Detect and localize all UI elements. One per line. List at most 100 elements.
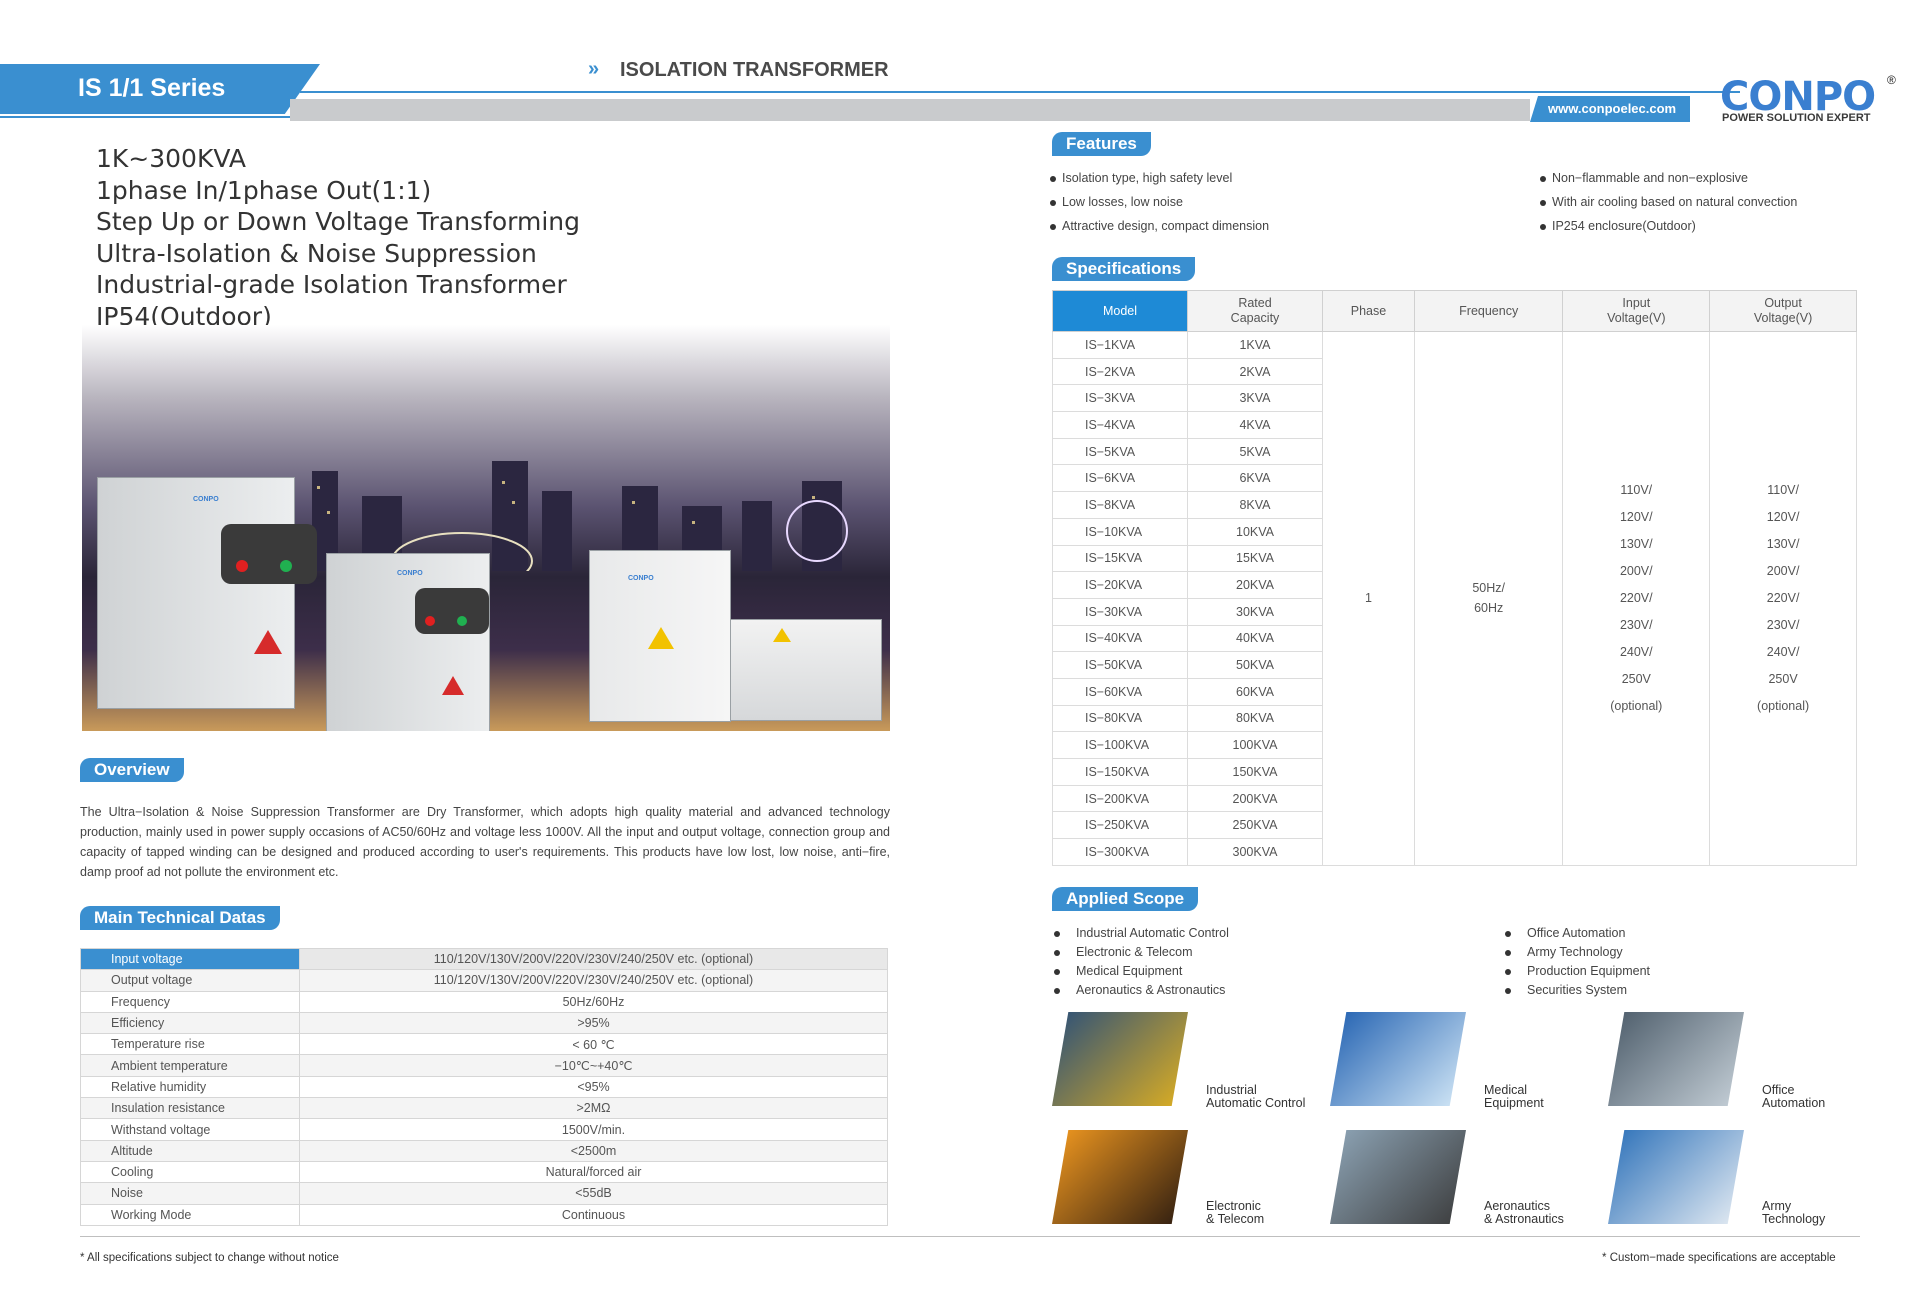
product-headline: 1K~300KVA 1phase In/1phase Out(1:1) Step… xyxy=(96,143,580,332)
red-lamp-icon xyxy=(236,560,248,572)
scope-tile-label: Medical Equipment xyxy=(1484,1083,1544,1110)
feature-item: Attractive design, compact dimension xyxy=(1050,214,1269,238)
spec-output-voltage: 110V/120V/130V/200V/220V/230V/240V/250V(… xyxy=(1709,331,1857,866)
spec-capacity: 3KVA xyxy=(1187,384,1323,413)
tech-value: Continuous xyxy=(299,1203,888,1226)
spec-capacity: 300KVA xyxy=(1187,838,1323,866)
spec-model: IS−40KVA xyxy=(1052,624,1188,653)
overview-text: The Ultra−Isolation & Noise Suppression … xyxy=(80,805,890,879)
transformer-cabinet-large: CONPO xyxy=(97,477,317,709)
spec-capacity: 10KVA xyxy=(1187,517,1323,546)
tech-row: Insulation resistance >2MΩ xyxy=(80,1097,888,1120)
tech-row: Temperature rise < 60 ℃ xyxy=(80,1033,888,1056)
spec-model: IS−80KVA xyxy=(1052,704,1188,733)
tech-param: Temperature rise xyxy=(80,1033,300,1056)
tech-param: Altitude xyxy=(80,1139,300,1162)
meter-panel xyxy=(415,588,489,634)
spec-model: IS−4KVA xyxy=(1052,411,1188,439)
scope-tile-image xyxy=(1052,1130,1188,1224)
tech-row: Output voltage 110/120V/130V/200V/220V/23… xyxy=(80,969,888,992)
specifications-heading: Specifications xyxy=(1052,257,1196,281)
tech-row: Input voltage 110/120V/130V/200V/220V/230… xyxy=(80,947,888,971)
specifications-table: Model Rated Capacity Phase Frequency Input Vol… xyxy=(1052,290,1857,866)
spec-model: IS−150KVA xyxy=(1052,758,1188,786)
header-capacity: Rated Capacity xyxy=(1187,290,1323,332)
feature-item: With air cooling based on natural convec… xyxy=(1540,190,1797,214)
tech-param: Noise xyxy=(80,1182,300,1205)
chevron-right-icon: » xyxy=(588,58,600,80)
spec-capacity: 15KVA xyxy=(1187,544,1323,573)
spec-model: IS−300KVA xyxy=(1052,838,1188,866)
series-label: IS 1/1 Series xyxy=(78,74,226,102)
website-link[interactable]: www.conpoelec.com xyxy=(1548,101,1676,116)
registered-mark: ® xyxy=(1887,73,1896,87)
header-rule xyxy=(300,91,1740,93)
enclosure-box xyxy=(730,619,882,721)
tech-row: Ambient temperature −10℃~+40℃ xyxy=(80,1054,888,1077)
scope-tile-label: Army Technology xyxy=(1762,1199,1826,1226)
series-underline xyxy=(0,116,290,118)
spec-frequency: 50Hz/60Hz xyxy=(1413,331,1564,866)
tech-row: Cooling Natural/forced air xyxy=(80,1160,888,1184)
headline-line: Ultra-Isolation & Noise Suppression xyxy=(96,238,537,268)
spec-input-voltage: 110V/120V/130V/200V/220V/230V/240V/250V(… xyxy=(1562,331,1711,866)
tech-row: Withstand voltage 1500V/min. xyxy=(80,1118,888,1141)
scope-tile-image xyxy=(1608,1130,1744,1224)
tech-value: 110/120V/130V/200V/220V/230V/240/250V et… xyxy=(299,947,888,971)
headline-line: Step Up or Down Voltage Transforming xyxy=(96,207,581,236)
transformer-cabinet-medium: CONPO xyxy=(326,553,490,731)
spec-capacity: 50KVA xyxy=(1187,651,1323,679)
footer-rule xyxy=(80,1236,1860,1237)
spec-model: IS−15KVA xyxy=(1052,544,1188,573)
spec-capacity: 250KVA xyxy=(1187,811,1323,840)
footer-note-left: * All specifications subject to change w… xyxy=(80,1252,339,1264)
applied-scope-heading: Applied Scope xyxy=(1052,887,1199,911)
tech-row: Relative humidity <95% xyxy=(80,1075,888,1099)
spec-capacity: 4KVA xyxy=(1187,411,1323,439)
scope-list-left: Industrial Automatic Control Electronic … xyxy=(1054,924,1229,1000)
tech-value: 50Hz/60Hz xyxy=(299,990,888,1013)
overview-heading: Overview xyxy=(80,758,184,782)
scope-item: Production Equipment xyxy=(1505,962,1650,981)
spec-capacity: 60KVA xyxy=(1187,677,1323,706)
tech-value: <95% xyxy=(299,1075,888,1099)
spec-model: IS−50KVA xyxy=(1052,651,1188,679)
feature-item: Isolation type, high safety level xyxy=(1050,166,1269,190)
scope-tile-label: Aeronautics & Astronautics xyxy=(1484,1199,1564,1226)
spec-capacity: 30KVA xyxy=(1187,597,1323,626)
spec-model: IS−5KVA xyxy=(1052,437,1188,466)
header-input-voltage: Input Voltage(V) xyxy=(1562,290,1711,332)
warning-icon xyxy=(442,676,464,695)
spec-capacity: 8KVA xyxy=(1187,491,1323,519)
tech-value: Natural/forced air xyxy=(299,1160,888,1184)
spec-model: IS−250KVA xyxy=(1052,811,1188,840)
spec-model: IS−20KVA xyxy=(1052,571,1188,599)
spec-phase: 1 xyxy=(1322,331,1415,866)
meter-panel xyxy=(221,524,317,584)
tech-value: <2500m xyxy=(299,1139,888,1162)
scope-tile-image xyxy=(1330,1012,1466,1106)
page-title: ISOLATION TRANSFORMER xyxy=(620,59,889,81)
headline-line: 1K~300KVA xyxy=(96,144,246,173)
scope-item: Army Technology xyxy=(1505,943,1650,962)
scope-item: Securities System xyxy=(1505,981,1650,1000)
headline-line: 1phase In/1phase Out(1:1) xyxy=(96,175,432,205)
scope-tile-label: Electronic & Telecom xyxy=(1206,1199,1265,1226)
tech-value: >2MΩ xyxy=(299,1097,888,1120)
green-lamp-icon xyxy=(280,560,292,572)
headline-line: Industrial-grade Isolation Transformer xyxy=(96,270,567,299)
scope-item: Electronic & Telecom xyxy=(1054,943,1229,962)
scope-tile-image xyxy=(1608,1012,1744,1106)
tech-param: Insulation resistance xyxy=(80,1097,300,1120)
spec-capacity: 40KVA xyxy=(1187,624,1323,653)
feature-item: Non−flammable and non−explosive xyxy=(1540,166,1797,190)
spec-capacity: 200KVA xyxy=(1187,784,1323,813)
spec-model: IS−1KVA xyxy=(1052,331,1188,359)
warning-icon xyxy=(254,630,282,654)
header-output-voltage: Output Voltage(V) xyxy=(1709,290,1857,332)
feature-item: Low losses, low noise xyxy=(1050,190,1269,214)
header-frequency: Frequency xyxy=(1413,290,1564,332)
tech-row: Noise <55dB xyxy=(80,1182,888,1205)
green-lamp-icon xyxy=(457,616,467,626)
header-band xyxy=(290,99,1530,121)
